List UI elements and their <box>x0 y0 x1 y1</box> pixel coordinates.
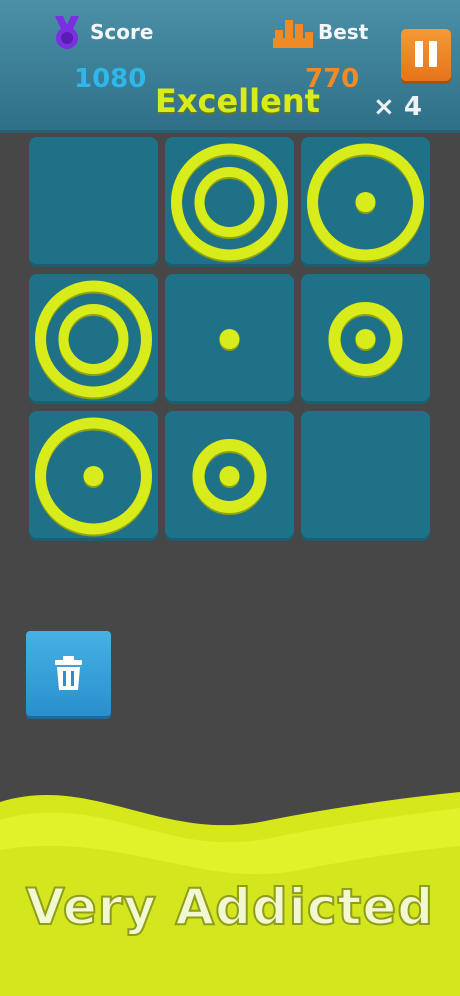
ring-large-piece <box>35 280 152 398</box>
dot-piece <box>219 329 240 349</box>
promo-banner-text: Very Addicted <box>25 877 435 937</box>
dot-piece <box>219 466 240 486</box>
score-label: Score <box>90 20 154 44</box>
pause-icon <box>415 41 423 67</box>
board-cell[interactable] <box>165 411 294 541</box>
board-cell[interactable] <box>29 137 158 267</box>
pause-button[interactable] <box>401 29 451 81</box>
pause-icon <box>429 41 437 67</box>
dot-piece <box>355 192 376 212</box>
rank-text: Excellent <box>155 82 320 120</box>
bar-chart-icon <box>273 20 313 48</box>
board-cell[interactable] <box>29 274 158 404</box>
game-board <box>29 137 431 541</box>
ring-medium-piece <box>58 304 129 374</box>
trash-button[interactable] <box>26 631 111 716</box>
combo-multiplier: × 4 <box>373 92 422 122</box>
score-value: 1080 <box>74 64 147 94</box>
board-cell[interactable] <box>165 274 294 404</box>
trash-icon <box>55 656 82 690</box>
ring-medium-piece <box>194 167 265 237</box>
best-label: Best <box>318 20 369 44</box>
board-cell[interactable] <box>165 137 294 267</box>
board-cell[interactable] <box>29 411 158 541</box>
top-bar: Score 1080 Best 770 Excellent × 4 <box>0 0 460 130</box>
dot-piece <box>83 466 104 486</box>
board-cell[interactable] <box>301 137 430 267</box>
board-cell[interactable] <box>301 274 430 404</box>
medal-icon <box>55 16 79 49</box>
dot-piece <box>355 329 376 349</box>
ring-large-piece <box>171 143 288 261</box>
board-cell[interactable] <box>301 411 430 541</box>
